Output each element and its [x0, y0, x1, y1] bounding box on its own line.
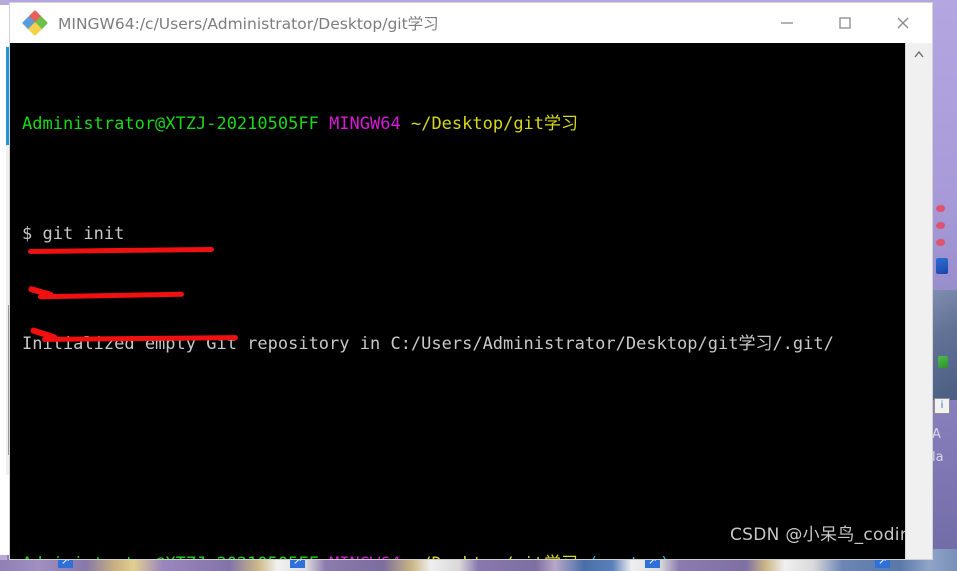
- desktop-photo-thumb: [930, 290, 957, 400]
- terminal-scrollbar[interactable]: [905, 43, 932, 559]
- prompt-branch-2: (master): [588, 554, 670, 559]
- close-icon[interactable]: [874, 3, 932, 43]
- mingw64-terminal-window: MINGW64:/c/Users/Administrator/Desktop/g…: [10, 3, 932, 559]
- mingw-diamond-icon: [21, 9, 49, 37]
- window-controls: [758, 3, 932, 43]
- watermark-text: CSDN @小呆鸟_coding: [730, 525, 922, 545]
- desktop-icon-dot-1: [936, 205, 945, 212]
- window-titlebar[interactable]: MINGW64:/c/Users/Administrator/Desktop/g…: [10, 3, 932, 43]
- terminal-line-prompt-2: Administrator@XTZJ-20210505FF MINGW64 ~/…: [22, 553, 834, 559]
- prompt-user-host: Administrator@XTZJ-20210505FF: [22, 114, 319, 134]
- window-title: MINGW64:/c/Users/Administrator/Desktop/g…: [58, 15, 439, 33]
- desktop-label-2: la: [932, 450, 944, 465]
- chevron-up-icon[interactable]: [906, 43, 932, 67]
- minimize-icon[interactable]: [758, 3, 816, 43]
- terminal-text: Administrator@XTZJ-20210505FF MINGW64 ~/…: [22, 47, 834, 559]
- terminal-line-cmd-1: $ git init: [22, 224, 125, 244]
- desktop-icon-dot-3: [936, 239, 945, 246]
- terminal-output-area[interactable]: Administrator@XTZJ-20210505FF MINGW64 ~/…: [10, 43, 932, 559]
- maximize-icon[interactable]: [816, 3, 874, 43]
- prompt-user-host-2: Administrator@XTZJ-20210505FF: [22, 554, 319, 559]
- terminal-line-blank-1: [22, 443, 834, 465]
- desktop-icon-tile: i: [934, 398, 950, 414]
- prompt-path: ~/Desktop/git学习: [410, 114, 579, 134]
- desktop-label-1: A: [932, 427, 941, 442]
- desktop-icon-green: [938, 356, 948, 368]
- desktop-icon-dot-2: [936, 222, 945, 229]
- prompt-path-2: ~/Desktop/git学习: [411, 554, 578, 559]
- desktop-icon-blue: [936, 258, 948, 274]
- terminal-line-prompt-1: Administrator@XTZJ-20210505FF MINGW64 ~/…: [22, 113, 834, 135]
- prompt-shell: MINGW64: [329, 114, 401, 134]
- prompt-shell-2: MINGW64: [329, 554, 401, 559]
